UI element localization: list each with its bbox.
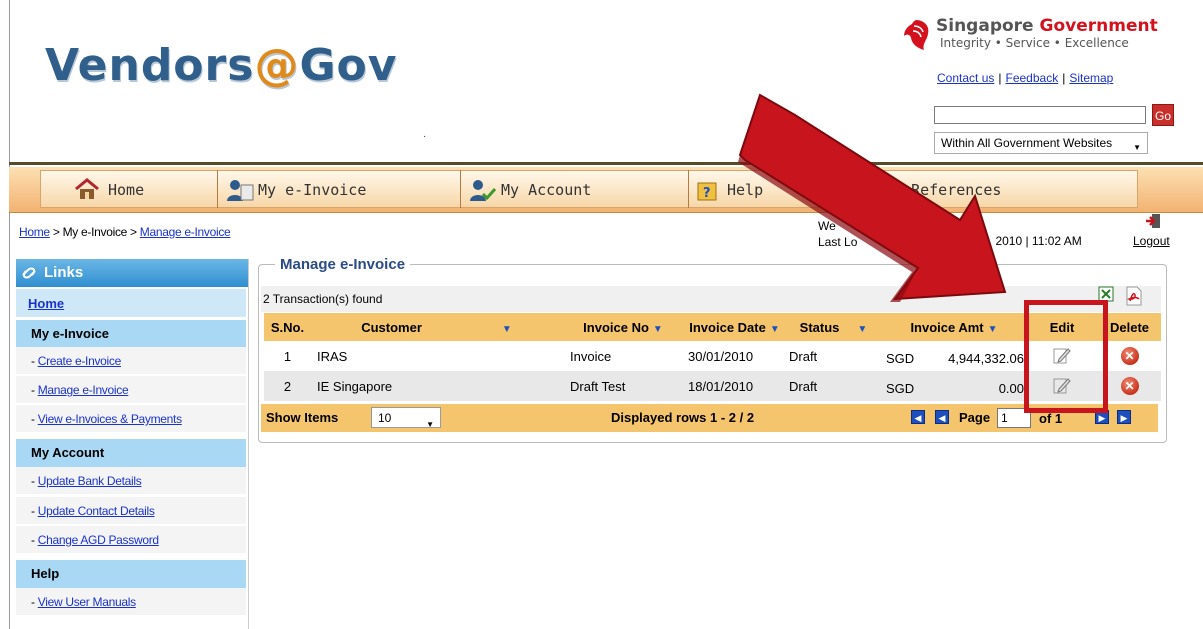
show-items-label: Show Items bbox=[266, 410, 339, 425]
nav-useful-references[interactable]: ıl References bbox=[884, 170, 1001, 208]
nav-my-einvoice[interactable]: My e-Invoice bbox=[226, 170, 366, 208]
nav-help[interactable]: ? Help bbox=[697, 170, 763, 208]
sidebar-title: Links bbox=[44, 264, 84, 281]
delete-icon[interactable]: ✕ bbox=[1120, 377, 1139, 395]
col-invoice-date[interactable]: Invoice Date ▼ bbox=[684, 313, 785, 341]
transactions-found: 2 Transaction(s) found bbox=[263, 292, 383, 306]
user-document-icon bbox=[227, 180, 254, 201]
displayed-rows: Displayed rows 1 - 2 / 2 bbox=[611, 410, 755, 425]
breadcrumb-manage-link[interactable]: Manage e-Invoice bbox=[140, 225, 231, 239]
sort-arrow-icon[interactable]: ▼ bbox=[988, 324, 998, 335]
sidebar-item-update-bank-details[interactable]: - Update Bank Details bbox=[16, 467, 246, 495]
col-invoice-amt[interactable]: Invoice Amt ▼ bbox=[882, 313, 1026, 341]
last-login-date: ay, 2010 | 11:02 AM bbox=[977, 234, 1082, 248]
breadcrumb-home-link[interactable]: Home bbox=[19, 225, 50, 239]
col-status[interactable]: Status ▼ bbox=[785, 313, 882, 341]
search-scope-select[interactable]: Within All Government Websites ▼ bbox=[934, 132, 1148, 154]
show-items-select[interactable]: 10 ▼ bbox=[371, 407, 441, 429]
sidebar-item-view-einvoices-payments[interactable]: - View e-Invoices & Payments bbox=[16, 405, 246, 433]
sidebar-item-create-einvoice[interactable]: - Create e-Invoice bbox=[16, 347, 246, 375]
logout-icon[interactable] bbox=[1145, 213, 1161, 229]
first-page-button[interactable]: ◀ bbox=[911, 410, 925, 424]
nav-my-einvoice-label: My e-Invoice bbox=[258, 181, 367, 199]
user-check-icon bbox=[470, 180, 497, 201]
link-chain-icon bbox=[22, 267, 36, 279]
nav-my-account-label: My Account bbox=[501, 181, 592, 199]
page-label: Page bbox=[959, 410, 991, 425]
sidebar-header: Links bbox=[16, 259, 248, 287]
nav-divider bbox=[217, 170, 218, 208]
page-of-label: of 1 bbox=[1039, 411, 1063, 426]
last-page-button[interactable]: ▶ bbox=[1117, 410, 1131, 424]
col-sno: S.No. bbox=[264, 313, 311, 341]
sidebar-section-help: Help bbox=[16, 560, 246, 588]
sort-arrow-icon[interactable]: ▼ bbox=[857, 324, 867, 335]
singapore-government-title: Singapore Government bbox=[936, 16, 1158, 36]
nav-home-label: Home bbox=[108, 181, 145, 199]
go-button[interactable]: Go bbox=[1152, 104, 1174, 126]
site-search-input[interactable] bbox=[934, 106, 1146, 124]
singapore-lion-icon bbox=[904, 20, 929, 50]
sidebar-item-update-contact-details[interactable]: - Update Contact Details bbox=[16, 497, 246, 525]
home-icon bbox=[75, 178, 99, 199]
welcome-info: We Last Lo bbox=[818, 219, 858, 249]
sidebar-item-view-user-manuals[interactable]: - View User Manuals bbox=[16, 588, 246, 616]
col-customer[interactable]: Customer ▼ bbox=[311, 313, 562, 341]
chevron-down-icon: ▼ bbox=[426, 420, 434, 429]
help-book-icon: ? bbox=[697, 182, 717, 201]
nav-help-label: Help bbox=[727, 181, 764, 199]
svg-text:?: ? bbox=[703, 186, 711, 201]
feedback-link[interactable]: Feedback bbox=[1006, 71, 1059, 85]
col-invoice-no[interactable]: Invoice No ▼ bbox=[562, 313, 684, 341]
nav-references-label: ıl References bbox=[884, 181, 1002, 199]
sidebar-section-my-account: My Account bbox=[16, 439, 246, 467]
sidebar-item-home[interactable]: Home bbox=[16, 289, 246, 317]
sort-arrow-icon[interactable]: ▼ bbox=[502, 324, 512, 335]
nav-divider bbox=[688, 170, 689, 208]
vendors-gov-logo[interactable]: Vendors@Gov bbox=[45, 40, 397, 91]
decorative-dot: · bbox=[423, 131, 427, 142]
sidebar-item-change-agd-password[interactable]: - Change AGD Password bbox=[16, 526, 246, 554]
page-left-border bbox=[9, 0, 10, 629]
breadcrumb-my-einvoice: My e-Invoice bbox=[62, 225, 128, 239]
sort-arrow-icon[interactable]: ▼ bbox=[653, 324, 663, 335]
breadcrumb: Home > My e-Invoice > Manage e-Invoice bbox=[19, 225, 231, 239]
sitemap-link[interactable]: Sitemap bbox=[1069, 71, 1113, 85]
nav-home[interactable]: Home bbox=[74, 170, 144, 208]
prev-page-button[interactable]: ◀ bbox=[935, 410, 949, 424]
sidebar-section-my-einvoice: My e-Invoice bbox=[16, 320, 246, 348]
edit-column-highlight-box bbox=[1024, 300, 1108, 413]
sidebar-item-manage-einvoice[interactable]: - Manage e-Invoice bbox=[16, 376, 246, 404]
logout-link[interactable]: Logout bbox=[1133, 234, 1170, 248]
nav-divider bbox=[460, 170, 461, 208]
top-links: Contact us | Feedback | Sitemap bbox=[937, 71, 1114, 85]
government-tagline: Integrity • Service • Excellence bbox=[940, 36, 1129, 50]
pdf-export-icon[interactable] bbox=[1124, 286, 1144, 306]
nav-my-account[interactable]: My Account bbox=[469, 170, 591, 208]
delete-icon[interactable]: ✕ bbox=[1120, 347, 1139, 365]
contact-us-link[interactable]: Contact us bbox=[937, 71, 994, 85]
chevron-down-icon: ▼ bbox=[1133, 143, 1141, 152]
sort-arrow-icon[interactable]: ▼ bbox=[770, 324, 780, 335]
page-title: Manage e-Invoice bbox=[275, 256, 411, 273]
nav-top-border bbox=[9, 162, 1203, 165]
